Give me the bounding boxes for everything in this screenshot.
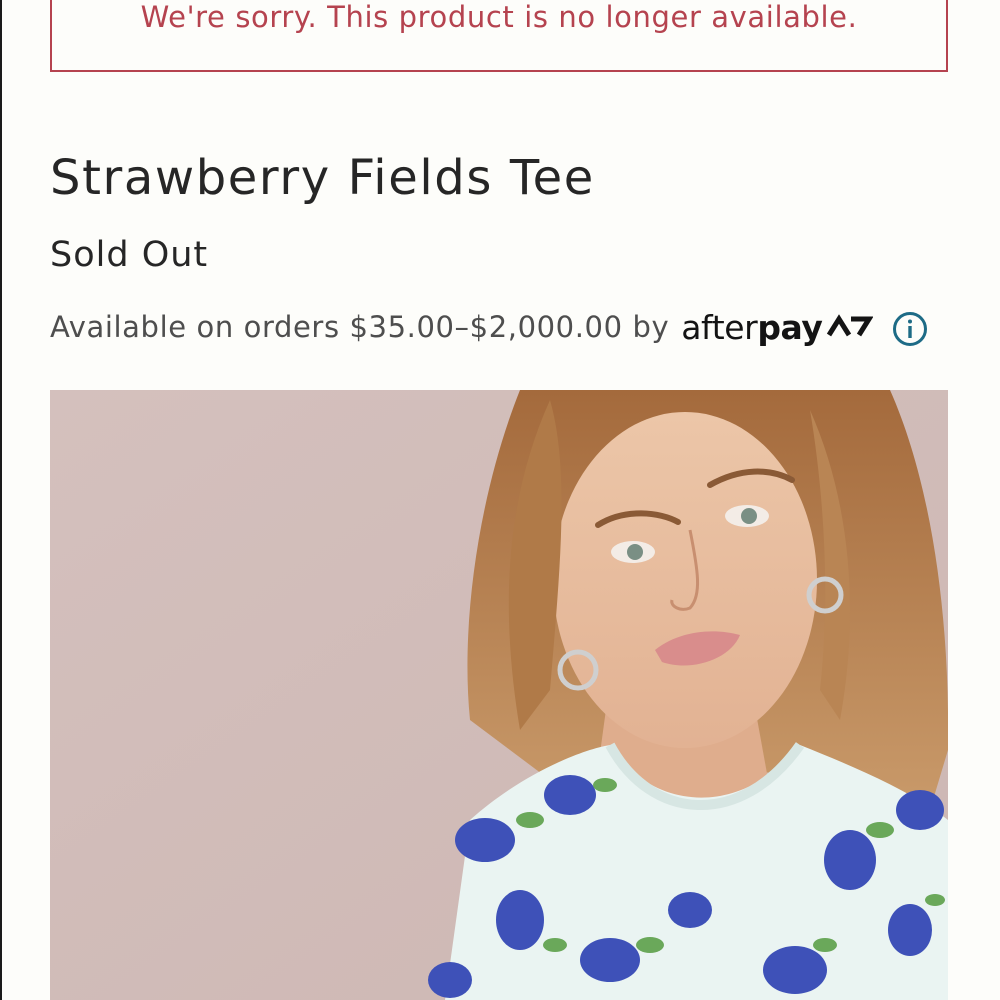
alert-message: We're sorry. This product is no longer a… xyxy=(140,0,858,34)
afterpay-logo-light: after xyxy=(681,307,758,347)
product-photo-icon xyxy=(50,390,948,1000)
product-image xyxy=(50,390,948,1000)
afterpay-arrows-icon xyxy=(826,314,873,337)
unavailable-alert: We're sorry. This product is no longer a… xyxy=(50,0,948,72)
stock-status: Sold Out xyxy=(50,235,209,275)
left-edge-divider xyxy=(0,0,2,1000)
info-icon[interactable] xyxy=(892,311,928,347)
afterpay-logo-bold: pay xyxy=(757,307,823,347)
afterpay-message: Available on orders $35.00–$2,000.00 by … xyxy=(50,304,873,350)
product-title: Strawberry Fields Tee xyxy=(50,150,595,206)
afterpay-text: Available on orders $35.00–$2,000.00 by xyxy=(50,310,670,344)
afterpay-logo: after pay xyxy=(681,307,873,347)
